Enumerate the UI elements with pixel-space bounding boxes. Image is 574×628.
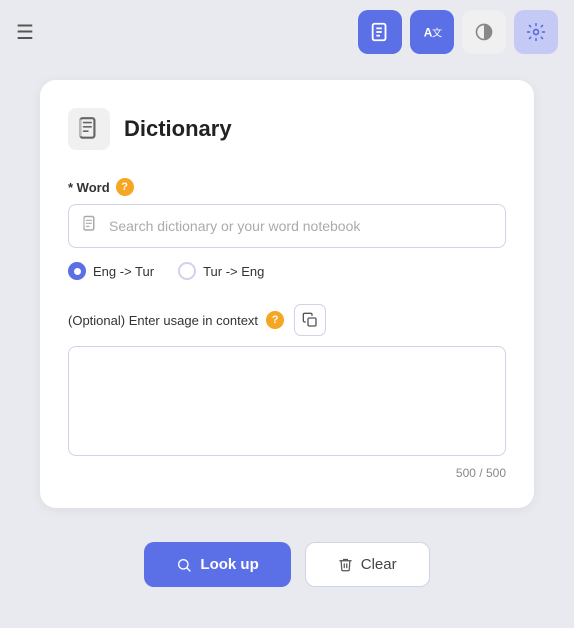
search-input-wrap <box>68 204 506 248</box>
menu-icon[interactable]: ☰ <box>16 20 34 45</box>
search-book-icon <box>81 215 99 238</box>
word-label-text: * Word <box>68 180 110 195</box>
radio-eng-tur[interactable]: Eng -> Tur <box>68 262 154 280</box>
svg-text:文: 文 <box>432 27 442 40</box>
nav-theme-button[interactable] <box>462 10 506 54</box>
radio-group: Eng -> Tur Tur -> Eng <box>68 262 506 280</box>
radio-tur-eng[interactable]: Tur -> Eng <box>178 262 264 280</box>
search-input[interactable] <box>109 218 493 234</box>
navbar: ☰ A 文 <box>0 0 574 64</box>
clear-button[interactable]: Clear <box>305 542 430 587</box>
content-area: Dictionary * Word ? Eng -> Tur <box>0 64 574 524</box>
context-textarea[interactable] <box>68 346 506 456</box>
char-separator: / <box>479 466 486 480</box>
nav-book-button[interactable] <box>358 10 402 54</box>
optional-label-row: (Optional) Enter usage in context ? <box>68 304 506 336</box>
word-field-label: * Word ? <box>68 178 506 196</box>
bottom-bar: Look up Clear <box>0 524 574 597</box>
dictionary-card: Dictionary * Word ? Eng -> Tur <box>40 80 534 508</box>
radio-eng-tur-label: Eng -> Tur <box>93 264 154 279</box>
nav-settings-button[interactable] <box>514 10 558 54</box>
page-title: Dictionary <box>124 116 232 142</box>
char-max: 500 <box>486 466 506 480</box>
word-help-icon[interactable]: ? <box>116 178 134 196</box>
optional-label-text: (Optional) Enter usage in context <box>68 313 258 328</box>
copy-button[interactable] <box>294 304 326 336</box>
radio-tur-eng-circle <box>178 262 196 280</box>
optional-help-icon[interactable]: ? <box>266 311 284 329</box>
dict-header: Dictionary <box>68 108 506 150</box>
clear-label: Clear <box>361 556 397 573</box>
radio-tur-eng-label: Tur -> Eng <box>203 264 264 279</box>
char-current: 500 <box>456 466 476 480</box>
nav-translate-button[interactable]: A 文 <box>410 10 454 54</box>
radio-eng-tur-circle <box>68 262 86 280</box>
dictionary-icon <box>68 108 110 150</box>
char-count: 500 / 500 <box>68 466 506 480</box>
lookup-button[interactable]: Look up <box>144 542 290 587</box>
lookup-label: Look up <box>200 556 258 573</box>
